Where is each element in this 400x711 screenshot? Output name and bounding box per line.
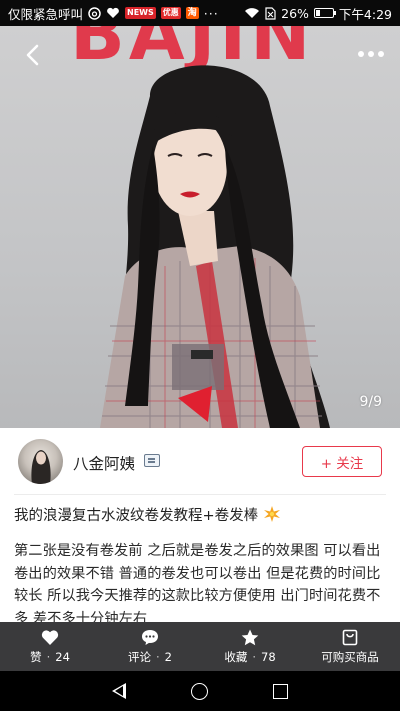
health-heart-icon	[107, 7, 119, 18]
follow-button[interactable]: + 关注	[302, 446, 382, 477]
comment-icon	[142, 629, 158, 645]
post-title-text: 我的浪漫复古水波纹卷发教程+卷发棒	[14, 508, 259, 524]
separator-dot: ·	[252, 649, 256, 664]
separator-dot: ·	[156, 649, 160, 664]
comment-button[interactable]: 评论 · 2	[100, 622, 200, 671]
shop-products-label: 可购买商品	[321, 649, 379, 664]
favorite-count: 78	[261, 649, 276, 664]
comment-label: 评论	[128, 649, 151, 664]
star-icon	[241, 629, 259, 645]
netease-music-icon	[88, 6, 101, 20]
battery-icon	[313, 8, 336, 18]
favorite-button[interactable]: 收藏 · 78	[200, 622, 300, 671]
bottom-action-bar: 赞 · 24 评论 · 2 收藏 · 78 可购买商品	[0, 622, 400, 671]
post-image[interactable]: BAJIN 9/9	[0, 26, 400, 428]
comment-count: 2	[164, 649, 172, 664]
nav-recent-apps-icon[interactable]	[272, 683, 288, 699]
post-body: 第二张是没有卷发前 之后就是卷发之后的效果图 可以看出卷出的效果不错 普通的卷发…	[14, 543, 381, 622]
post-title: 我的浪漫复古水波纹卷发教程+卷发棒	[14, 505, 386, 527]
sparkle-icon	[263, 506, 280, 522]
nav-home-icon[interactable]	[190, 682, 208, 700]
taobao-icon: 淘	[185, 7, 199, 19]
separator-dot: ·	[46, 649, 51, 664]
tmall-icon: 优惠	[160, 7, 181, 19]
author-badge-icon	[144, 454, 160, 467]
news-app-icon: NEWS	[125, 7, 156, 19]
favorite-label: 收藏	[224, 649, 248, 664]
shopping-bag-icon	[342, 629, 358, 645]
avatar-image	[31, 450, 51, 484]
portrait-photo	[100, 65, 331, 428]
author-row: 八金阿姨 + 关注	[0, 428, 400, 494]
author-avatar[interactable]	[18, 439, 63, 484]
image-page-indicator: 9/9	[359, 394, 382, 410]
system-nav-bar	[0, 671, 400, 711]
more-dot	[378, 51, 384, 57]
author-name[interactable]: 八金阿姨	[73, 452, 135, 474]
like-count: 24	[55, 649, 70, 664]
more-dot	[368, 51, 374, 57]
heart-icon	[41, 629, 59, 645]
more-dot	[358, 51, 364, 57]
shop-products-button[interactable]: 可购买商品	[300, 622, 400, 671]
status-bar: 仅限紧急呼叫 NEWS 优惠 淘 ··· 26% 下午4:29	[0, 0, 400, 26]
no-sim-icon	[265, 6, 276, 20]
clock-time: 下午4:29	[338, 6, 392, 22]
more-options-button[interactable]	[356, 44, 386, 64]
battery-percent: 26%	[281, 5, 309, 21]
like-button[interactable]: 赞 · 24	[0, 622, 100, 671]
nav-back-icon[interactable]	[112, 683, 127, 699]
wifi-icon	[245, 8, 260, 18]
like-label: 赞	[30, 649, 42, 664]
notification-more-text: ···	[203, 5, 219, 21]
carrier-text: 仅限紧急呼叫	[8, 6, 84, 22]
back-chevron-icon[interactable]	[18, 40, 48, 70]
divider	[14, 494, 386, 495]
